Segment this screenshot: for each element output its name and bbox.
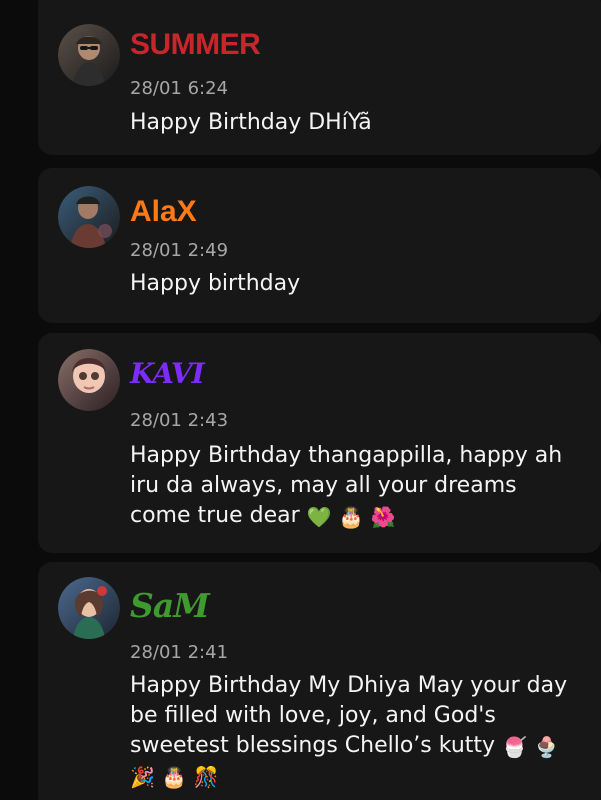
sender-name: SaM	[130, 586, 210, 625]
message-text: Happy Birthday My Dhiya May your day be …	[130, 671, 570, 791]
message-text: Happy Birthday DHíYã	[130, 108, 570, 138]
message-card: SaM 28/01 2:41 Happy Birthday My Dhiya M…	[38, 562, 601, 800]
party-popper-icon: 🎉	[130, 765, 155, 789]
avatar[interactable]	[58, 349, 120, 411]
avatar[interactable]	[58, 24, 120, 86]
timestamp: 28/01 2:49	[130, 240, 229, 261]
message-body: Happy Birthday DHíYã	[130, 110, 372, 135]
avatar-portrait-icon	[58, 577, 120, 639]
message-text: Happy Birthday thangappilla, happy ah ir…	[130, 441, 570, 531]
message-card: KAVI 28/01 2:43 Happy Birthday thangappi…	[38, 333, 601, 553]
birthday-cake-icon: 🎂	[161, 765, 187, 789]
avatar-portrait-icon	[58, 349, 120, 411]
message-text: Happy birthday	[130, 269, 570, 299]
timestamp: 28/01 6:24	[130, 78, 229, 99]
sender-name: SUMMER	[130, 28, 261, 61]
ice-cream-icon: 🍨	[533, 735, 559, 759]
timestamp: 28/01 2:43	[130, 410, 229, 431]
birthday-cake-icon: 🎂	[338, 505, 364, 529]
shaved-ice-icon: 🍧	[502, 735, 527, 759]
confetti-ball-icon: 🎊	[193, 765, 219, 789]
green-heart-icon: 💚	[306, 505, 332, 529]
avatar[interactable]	[58, 186, 120, 248]
timestamp: 28/01 2:41	[130, 642, 229, 663]
avatar-portrait-icon	[58, 186, 120, 248]
avatar-portrait-icon	[58, 24, 120, 86]
hibiscus-icon: 🌺	[370, 505, 396, 529]
sender-name: KAVI	[130, 357, 205, 390]
sender-name: AlaX	[130, 195, 197, 228]
avatar[interactable]	[58, 577, 120, 639]
message-card: AlaX 28/01 2:49 Happy birthday	[38, 168, 601, 323]
message-body: Happy birthday	[130, 271, 301, 296]
message-feed[interactable]: SUMMER 28/01 6:24 Happy Birthday DHíYã A…	[0, 0, 601, 800]
message-card: SUMMER 28/01 6:24 Happy Birthday DHíYã	[38, 0, 601, 155]
